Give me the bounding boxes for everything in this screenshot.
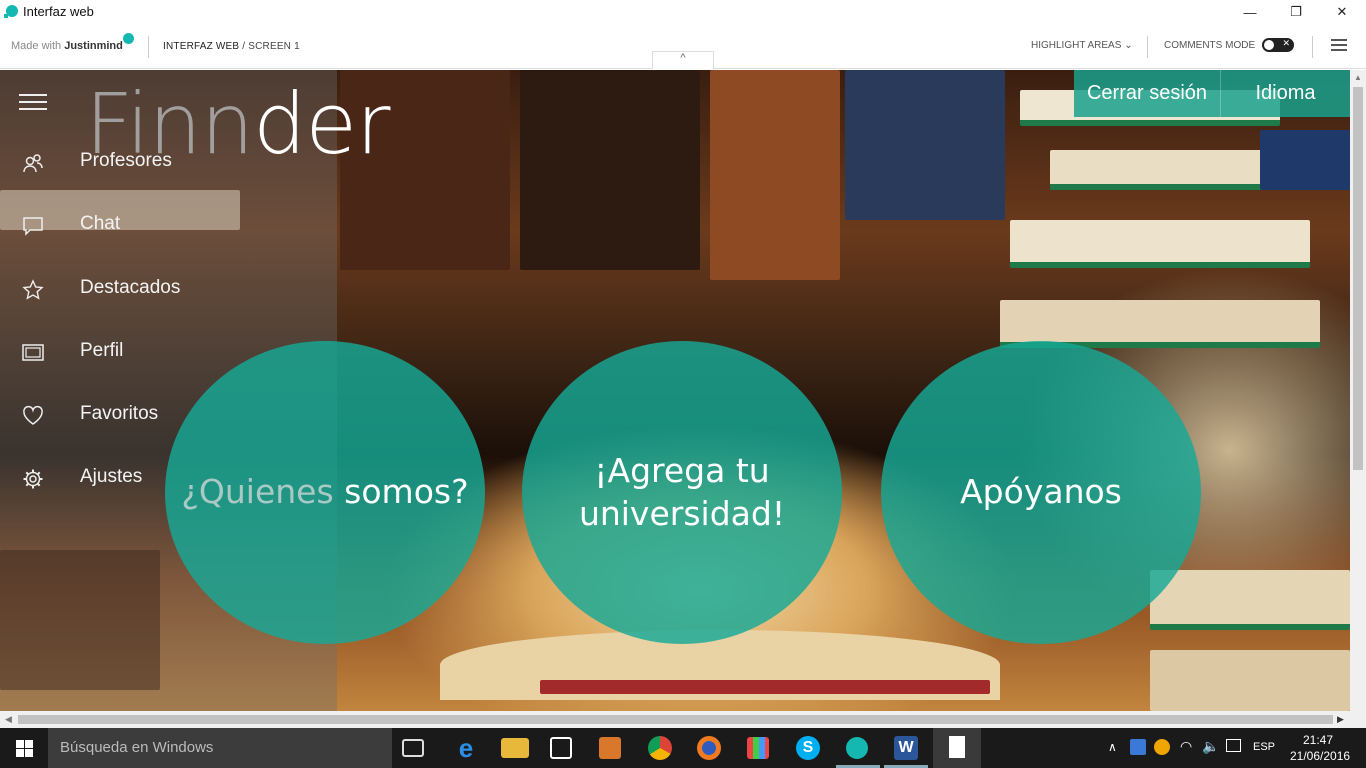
media-player-icon[interactable] — [599, 737, 621, 759]
store-icon[interactable] — [550, 737, 572, 759]
close-button[interactable]: ✕ — [1319, 0, 1365, 24]
highlight-areas-dropdown[interactable]: HIGHLIGHT AREAS ⌄ — [1031, 40, 1133, 51]
divider — [1312, 36, 1313, 58]
file-explorer-icon[interactable] — [501, 738, 529, 758]
start-button[interactable] — [0, 728, 48, 768]
chat-icon — [23, 217, 43, 236]
add-university-circle-button[interactable]: ¡Agrega tu universidad! — [522, 341, 842, 644]
restore-button[interactable]: ❐ — [1273, 0, 1319, 24]
heart-icon — [23, 405, 43, 425]
windows-search-box[interactable]: Búsqueda en Windows — [48, 728, 392, 768]
minimize-button[interactable]: — — [1227, 0, 1273, 24]
brand-name: Justinmind — [64, 40, 123, 52]
windows-taskbar: Búsqueda en Windows e S W ∧ ◠ 🔈 ESP 21:4… — [0, 728, 1366, 768]
nav-label: Perfil — [80, 340, 124, 361]
about-us-circle-button[interactable]: ¿Quienes somos? — [165, 341, 485, 644]
hamburger-menu-icon[interactable] — [19, 94, 47, 110]
teamviewer-icon[interactable] — [1130, 739, 1146, 755]
chrome-icon[interactable] — [648, 736, 672, 760]
word-icon[interactable]: W — [894, 736, 918, 760]
edge-icon[interactable]: e — [452, 734, 480, 762]
horizontal-scroll-thumb[interactable] — [18, 715, 1333, 724]
nav-label: Chat — [80, 213, 121, 234]
input-language-indicator[interactable]: ESP — [1253, 741, 1275, 753]
scroll-right-icon[interactable]: ▶ — [1337, 714, 1344, 725]
menu-icon[interactable] — [1331, 39, 1347, 51]
clock-date: 21/06/2016 — [1290, 749, 1351, 763]
breadcrumb-project[interactable]: INTERFAZ WEB — [163, 41, 239, 52]
breadcrumb: INTERFAZ WEB / SCREEN 1 — [163, 41, 300, 52]
volume-icon[interactable]: 🔈 — [1202, 738, 1219, 755]
document-icon — [949, 736, 965, 758]
collapse-toolbar-button[interactable]: ^ — [652, 51, 714, 69]
system-clock[interactable]: 21:47 21/06/2016 — [1290, 732, 1351, 764]
logout-button[interactable]: Cerrar sesión — [1074, 70, 1221, 117]
window-title: Interfaz web — [23, 4, 94, 19]
vertical-scroll-thumb[interactable] — [1353, 87, 1363, 470]
scroll-up-icon[interactable]: ▲ — [1354, 73, 1362, 82]
active-document-tab[interactable] — [933, 728, 981, 768]
windows-logo-icon — [15, 739, 33, 757]
skype-icon[interactable]: S — [796, 736, 820, 760]
nav-label: Destacados — [80, 277, 181, 298]
top-actions: Cerrar sesión Idioma — [1074, 70, 1350, 117]
clock-time: 21:47 — [1302, 733, 1334, 747]
breadcrumb-screen: / SCREEN 1 — [239, 41, 300, 52]
chevron-down-icon: ⌄ — [1124, 40, 1133, 51]
justinmind-taskbar-icon[interactable] — [846, 737, 868, 759]
scroll-left-icon[interactable]: ◀ — [5, 714, 12, 725]
language-button[interactable]: Idioma — [1221, 70, 1350, 117]
apps-grid-icon[interactable] — [747, 737, 769, 759]
task-view-icon[interactable] — [402, 739, 424, 757]
horizontal-scrollbar[interactable]: ◀ ▶ — [0, 711, 1366, 728]
gear-icon — [23, 469, 43, 489]
show-hidden-icons-chevron-icon[interactable]: ∧ — [1108, 740, 1117, 754]
divider — [1147, 36, 1148, 58]
action-center-icon[interactable] — [1226, 739, 1241, 752]
profile-card-icon — [22, 344, 44, 361]
nav-item-chat[interactable]: Chat — [0, 201, 337, 251]
vertical-scrollbar[interactable]: ▲ — [1350, 70, 1366, 711]
comments-mode-label: COMMENTS MODE — [1164, 40, 1256, 51]
nav-item-profesores[interactable]: Profesores — [0, 138, 337, 188]
nav-label: Profesores — [80, 150, 172, 171]
comments-mode-toggle[interactable] — [1262, 38, 1294, 52]
nav-item-destacados[interactable]: Destacados — [0, 265, 337, 315]
prototype-canvas: Finnder Profesores Chat Destacados Perfi… — [0, 70, 1350, 711]
justinmind-app-icon — [4, 5, 18, 18]
star-icon — [22, 279, 44, 300]
made-with-label: Made with Justinmind — [11, 40, 123, 52]
wifi-icon[interactable]: ◠ — [1180, 738, 1192, 755]
divider — [148, 36, 149, 58]
users-icon — [23, 154, 43, 173]
justinmind-logo-dot — [123, 33, 134, 44]
window-titlebar: Interfaz web — ❐ ✕ — [0, 0, 1366, 24]
firefox-icon[interactable] — [697, 736, 721, 760]
support-us-circle-button[interactable]: Apóyanos — [881, 341, 1201, 644]
nav-label: Ajustes — [80, 466, 143, 487]
nav-label: Favoritos — [80, 403, 159, 424]
tray-app-icon[interactable] — [1154, 739, 1170, 755]
